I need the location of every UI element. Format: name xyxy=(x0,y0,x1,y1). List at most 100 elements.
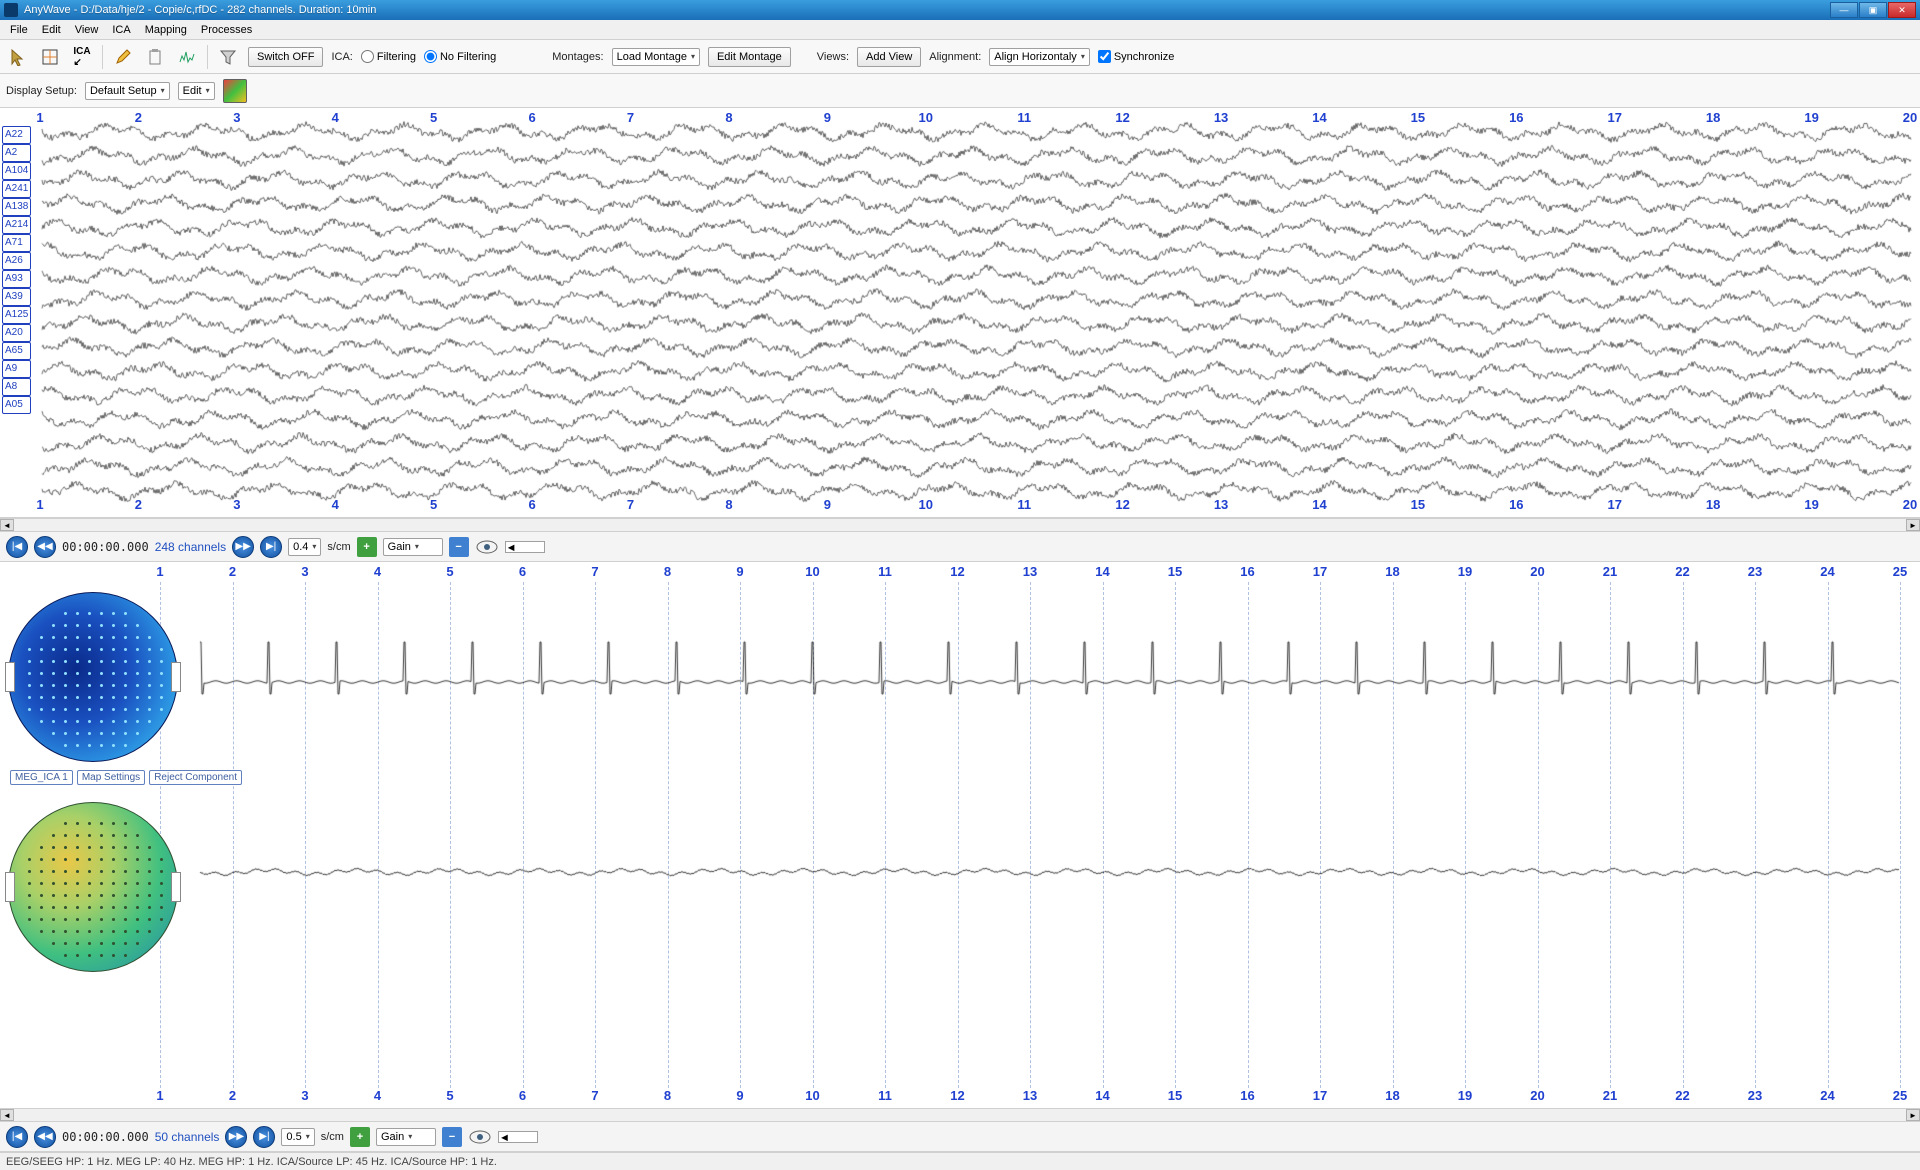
maximize-button[interactable]: ▣ xyxy=(1859,2,1887,18)
ica-tool-icon[interactable]: ICA↙ xyxy=(70,45,94,69)
nofiltering-radio[interactable]: No Filtering xyxy=(424,50,496,63)
menu-view[interactable]: View xyxy=(69,22,105,38)
goto-end-button[interactable]: ▶| xyxy=(260,536,282,558)
scm-select-1[interactable]: 0.4 xyxy=(288,538,321,556)
menu-edit[interactable]: Edit xyxy=(36,22,67,38)
scroll-left-icon-2[interactable]: ◄ xyxy=(0,1109,14,1121)
gain-select-2[interactable]: Gain xyxy=(376,1128,436,1146)
time-tick: 11 xyxy=(878,1088,892,1103)
zoom-in-button-2[interactable]: + xyxy=(350,1127,370,1147)
colormap-icon[interactable] xyxy=(223,79,247,103)
scroll-right-icon[interactable]: ► xyxy=(1906,519,1920,531)
time-tick: 8 xyxy=(664,1088,671,1103)
spectrum-icon[interactable] xyxy=(175,45,199,69)
channel-label[interactable]: A9 xyxy=(2,360,31,378)
synchronize-checkbox[interactable]: Synchronize xyxy=(1098,50,1175,63)
scroll-right-icon-2[interactable]: ► xyxy=(1906,1109,1920,1121)
time-ruler-ica-bot: 1234567891011121314151617181920212223242… xyxy=(160,1086,1920,1104)
channel-label[interactable]: A26 xyxy=(2,252,31,270)
switch-off-button[interactable]: Switch OFF xyxy=(248,47,323,67)
rewind-button[interactable]: ◀◀ xyxy=(34,536,56,558)
menu-processes[interactable]: Processes xyxy=(195,22,258,38)
time-tick: 10 xyxy=(919,110,933,125)
ica-panel[interactable]: 1234567891011121314151617181920212223242… xyxy=(0,562,1920,1108)
channel-label[interactable]: A125 xyxy=(2,306,31,324)
clipboard-icon[interactable] xyxy=(143,45,167,69)
eye-icon-1[interactable] xyxy=(475,537,499,557)
mini-scroll-2[interactable]: ◄ xyxy=(498,1131,538,1143)
time-tick: 19 xyxy=(1804,497,1818,512)
channel-label[interactable]: A214 xyxy=(2,216,31,234)
time-tick: 13 xyxy=(1214,110,1228,125)
filtering-radio[interactable]: Filtering xyxy=(361,50,416,63)
channel-label[interactable]: A71 xyxy=(2,234,31,252)
time-tick: 12 xyxy=(1115,110,1129,125)
menu-mapping[interactable]: Mapping xyxy=(139,22,193,38)
alignment-select[interactable]: Align Horizontaly xyxy=(989,48,1090,66)
cursor-tool-icon[interactable] xyxy=(6,45,30,69)
channel-label[interactable]: A241 xyxy=(2,180,31,198)
zoom-out-button-2[interactable]: − xyxy=(442,1127,462,1147)
zoom-out-button-1[interactable]: − xyxy=(449,537,469,557)
time-tick: 3 xyxy=(301,564,308,579)
menu-ica[interactable]: ICA xyxy=(106,22,136,38)
scrollbar-ica[interactable]: ◄ ► xyxy=(0,1108,1920,1122)
edit-select[interactable]: Edit xyxy=(178,82,215,100)
channel-label[interactable]: A65 xyxy=(2,342,31,360)
time-tick: 1 xyxy=(156,564,163,579)
time-tick: 25 xyxy=(1893,564,1907,579)
time-tick: 18 xyxy=(1706,110,1720,125)
menu-file[interactable]: File xyxy=(4,22,34,38)
montages-label: Montages: xyxy=(552,51,603,63)
time-tick: 12 xyxy=(1115,497,1129,512)
time-tick: 6 xyxy=(528,110,535,125)
app-icon xyxy=(4,3,18,17)
edit-montage-button[interactable]: Edit Montage xyxy=(708,47,791,67)
filter-icon[interactable] xyxy=(216,45,240,69)
time-tick: 1 xyxy=(36,110,43,125)
scrollbar-top[interactable]: ◄ ► xyxy=(0,518,1920,532)
time-tick: 19 xyxy=(1804,110,1818,125)
channel-label[interactable]: A104 xyxy=(2,162,31,180)
scm-select-2[interactable]: 0.5 xyxy=(281,1128,314,1146)
time-tick: 22 xyxy=(1675,1088,1689,1103)
time-tick: 11 xyxy=(1017,110,1031,125)
load-montage-select[interactable]: Load Montage xyxy=(612,48,700,66)
time-ruler-top2: 1234567891011121314151617181920 xyxy=(40,495,1920,513)
signal-panel-top[interactable]: A22A2A104A241A138A214A71A26A93A39A125A20… xyxy=(0,108,1920,518)
channel-label[interactable]: A20 xyxy=(2,324,31,342)
channel-label[interactable]: A05 xyxy=(2,396,31,414)
time-tick: 14 xyxy=(1095,1088,1109,1103)
gain-select-1[interactable]: Gain xyxy=(383,538,443,556)
waveform-canvas-top xyxy=(0,108,1920,517)
time-tick: 20 xyxy=(1903,110,1917,125)
channel-label[interactable]: A8 xyxy=(2,378,31,396)
channel-label[interactable]: A39 xyxy=(2,288,31,306)
mini-scroll-1[interactable]: ◄ xyxy=(505,541,545,553)
zoom-in-button-1[interactable]: + xyxy=(357,537,377,557)
forward-button[interactable]: ▶▶ xyxy=(232,536,254,558)
channel-label[interactable]: A22 xyxy=(2,126,31,144)
scroll-left-icon[interactable]: ◄ xyxy=(0,519,14,531)
close-button[interactable]: ✕ xyxy=(1888,2,1916,18)
timecode-2: 00:00:00.000 xyxy=(62,1130,149,1144)
minimize-button[interactable]: — xyxy=(1830,2,1858,18)
time-tick: 11 xyxy=(878,564,892,579)
goto-start-button-2[interactable]: |◀ xyxy=(6,1126,28,1148)
display-setup-select[interactable]: Default Setup xyxy=(85,82,170,100)
time-tick: 12 xyxy=(950,564,964,579)
channel-label[interactable]: A93 xyxy=(2,270,31,288)
eye-icon-2[interactable] xyxy=(468,1127,492,1147)
grid-tool-icon[interactable] xyxy=(38,45,62,69)
goto-start-button[interactable]: |◀ xyxy=(6,536,28,558)
time-tick: 4 xyxy=(332,110,339,125)
status-bar: EEG/SEEG HP: 1 Hz. MEG LP: 40 Hz. MEG HP… xyxy=(0,1152,1920,1170)
channel-label[interactable]: A2 xyxy=(2,144,31,162)
rewind-button-2[interactable]: ◀◀ xyxy=(34,1126,56,1148)
add-view-button[interactable]: Add View xyxy=(857,47,921,67)
forward-button-2[interactable]: ▶▶ xyxy=(225,1126,247,1148)
time-tick: 14 xyxy=(1312,497,1326,512)
pencil-icon[interactable] xyxy=(111,45,135,69)
channel-label[interactable]: A138 xyxy=(2,198,31,216)
goto-end-button-2[interactable]: ▶| xyxy=(253,1126,275,1148)
